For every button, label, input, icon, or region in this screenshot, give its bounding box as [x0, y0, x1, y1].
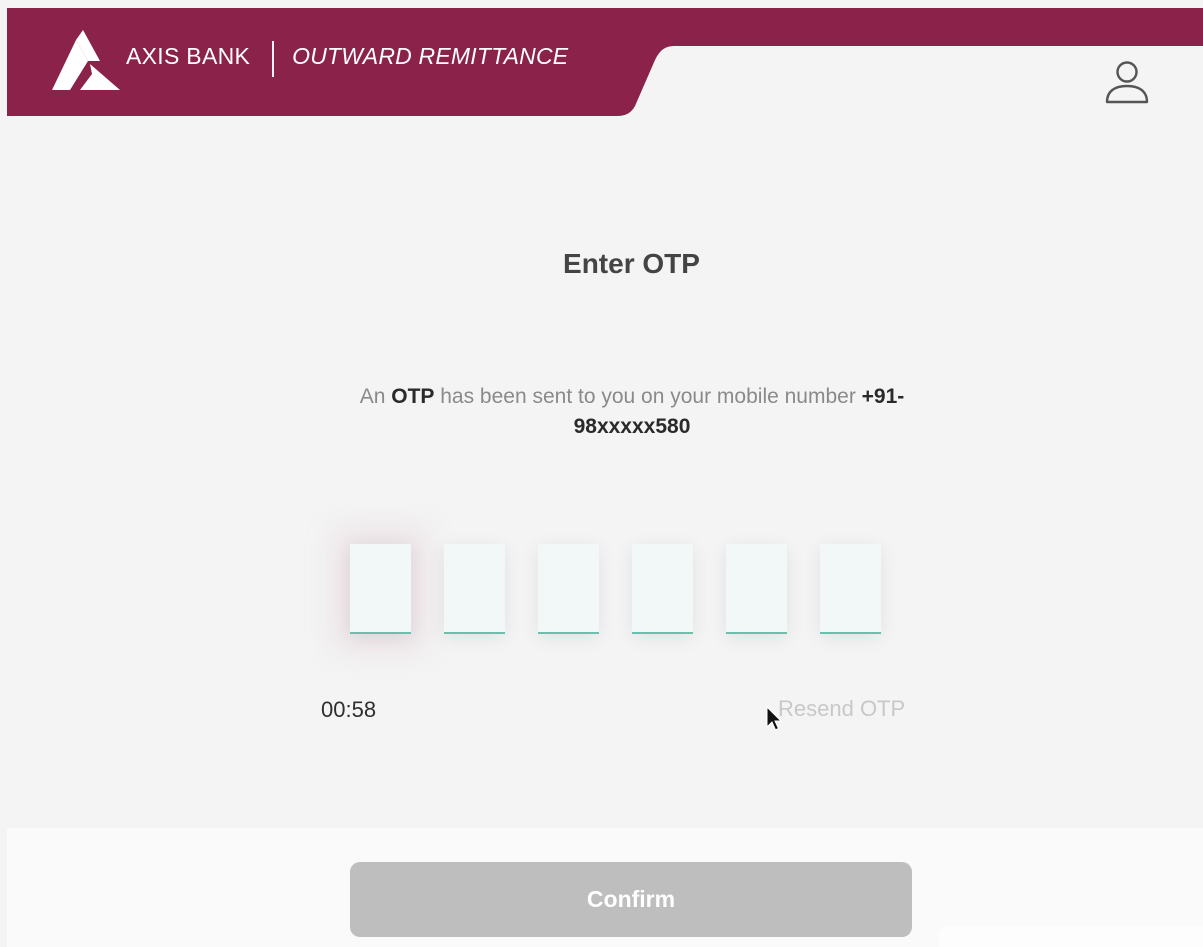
user-profile-icon[interactable] — [1100, 58, 1154, 108]
message-otp: OTP — [391, 385, 435, 408]
otp-digit-3[interactable] — [538, 544, 599, 634]
resend-otp-link[interactable]: Resend OTP — [778, 696, 905, 722]
message-middle: has been sent to you on your mobile numb… — [434, 385, 862, 408]
bank-name: AXIS BANK — [126, 42, 251, 69]
brand: AXIS BANK OUTWARD REMITTANCE — [50, 28, 568, 90]
brand-divider — [272, 41, 275, 77]
otp-digit-1[interactable] — [350, 544, 411, 634]
axis-bank-logo — [52, 30, 120, 90]
otp-timer: 00:58 — [321, 697, 377, 722]
page-title: Enter OTP — [563, 248, 700, 279]
mouse-pointer-icon — [766, 706, 782, 731]
otp-input-group — [350, 544, 881, 634]
message-prefix: An — [359, 385, 392, 408]
corner-panel — [938, 926, 1203, 947]
otp-digit-6[interactable] — [820, 544, 881, 634]
otp-digit-4[interactable] — [632, 544, 693, 634]
confirm-button[interactable]: Confirm — [350, 862, 912, 937]
otp-page: AXIS BANK OUTWARD REMITTANCE Enter OTP A… — [0, 0, 1203, 947]
product-name: OUTWARD REMITTANCE — [292, 42, 569, 69]
otp-digit-5[interactable] — [726, 544, 787, 634]
otp-digit-2[interactable] — [444, 544, 505, 634]
otp-message: An OTP has been sent to you on your mobi… — [330, 382, 934, 442]
